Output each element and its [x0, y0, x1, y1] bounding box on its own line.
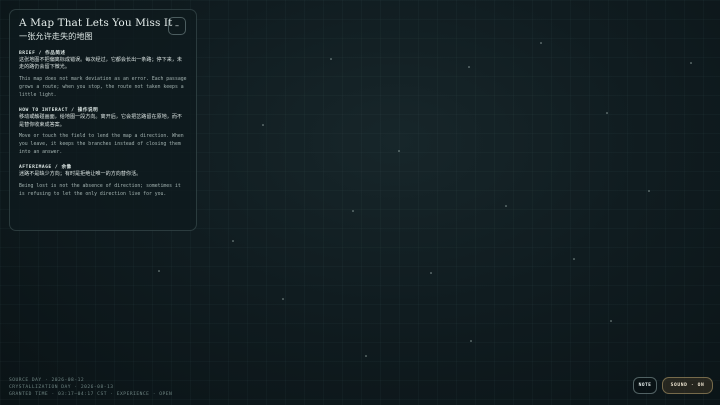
speck [430, 272, 432, 274]
speck [352, 210, 354, 212]
footer-meta: SOURCE DAY · 2026-08-12 CRYSTALLIZATION … [9, 377, 172, 398]
speck [398, 150, 400, 152]
speck [505, 205, 507, 207]
section-text-cn: 移动或触碰画面，给地图一段方向。离开后，它会把岔路留在原地，而不是替你收束成答案… [19, 114, 183, 128]
section-text-en: Move or touch the field to lend the map … [19, 133, 184, 156]
sound-toggle-button[interactable]: SOUND · ON [662, 377, 713, 394]
collapse-button[interactable]: – [168, 17, 186, 35]
speck [365, 355, 367, 357]
granted-time: GRANTED TIME · 03:17–04:17 CST · EXPERIE… [9, 392, 173, 397]
speck [262, 124, 264, 126]
section-afterimage: AFTERIMAGE / 余像 迷路不是缺少方向；有时是拒绝让唯一的方向替你活。… [19, 164, 187, 199]
speck [690, 62, 692, 64]
collapse-icon: – [175, 21, 179, 30]
panel-subtitle: 一张允许走失的地图 [19, 31, 93, 41]
section-text-cn: 这张地图不把偏离标成错误。每次经过，它都会长出一条路；停下来，未走的路仍会留下微… [19, 57, 183, 71]
section-text-en: This map does not mark deviation as an e… [19, 76, 187, 98]
info-panel: A Map That Lets You Miss It 一张允许走失的地图 – … [9, 9, 197, 231]
section-heading: BRIEF / 作品简述 [19, 51, 66, 56]
section-brief: BRIEF / 作品简述 这张地图不把偏离标成错误。每次经过，它都会长出一条路；… [19, 50, 187, 100]
panel-title: A Map That Lets You Miss It [19, 17, 173, 29]
speck [468, 66, 470, 68]
section-text-cn: 迷路不是缺少方向；有时是拒绝让唯一的方向替你活。 [19, 171, 142, 178]
speck [282, 298, 284, 300]
note-button-label: NOTE [638, 383, 652, 388]
speck [158, 270, 160, 272]
sound-button-label: SOUND · ON [670, 383, 705, 388]
speck [610, 320, 612, 322]
crystallization-day: CRYSTALLIZATION DAY · 2026-08-13 [9, 385, 114, 390]
speck [470, 340, 472, 342]
speck [573, 258, 575, 260]
section-interact: HOW TO INTERACT / 操作说明 移动或触碰画面，给地图一段方向。离… [19, 107, 187, 157]
speck [232, 240, 234, 242]
speck [540, 42, 542, 44]
section-text-en: Being lost is not the absence of directi… [19, 183, 181, 197]
speck [330, 58, 332, 60]
note-button[interactable]: NOTE [633, 377, 657, 394]
speck [648, 190, 650, 192]
source-day: SOURCE DAY · 2026-08-12 [9, 378, 85, 383]
speck [606, 112, 608, 114]
